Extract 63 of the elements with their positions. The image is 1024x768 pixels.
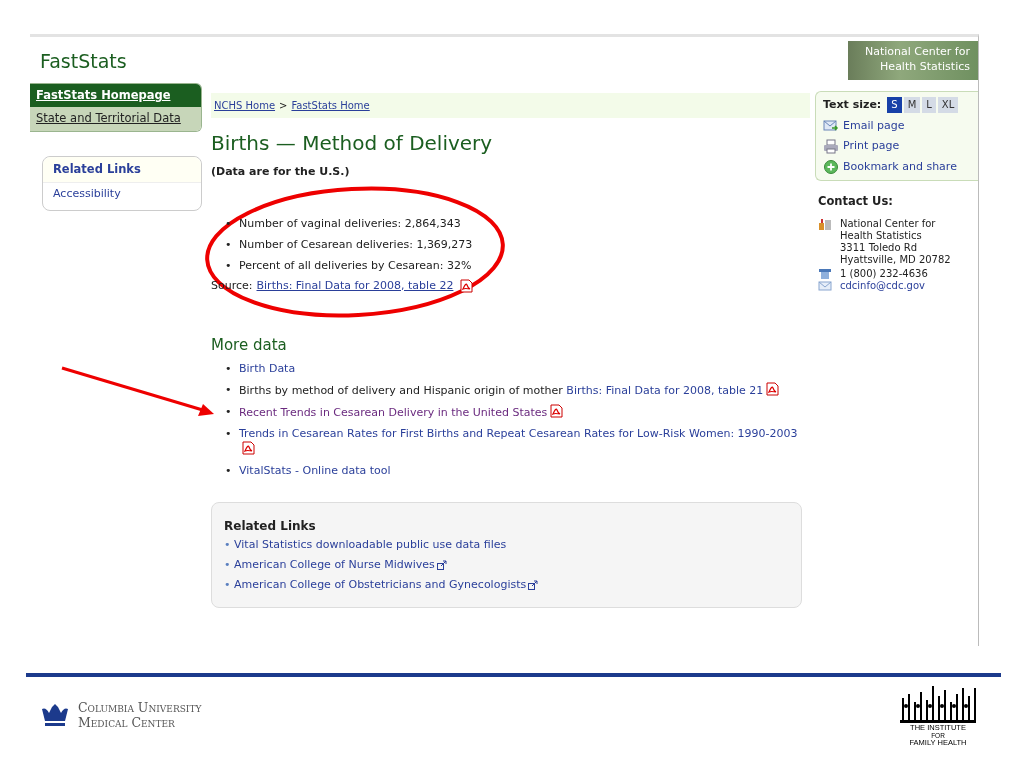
bullet: • [225,215,233,232]
plus-icon[interactable] [823,159,839,175]
site-title: FastStats [40,49,127,74]
agency-logo: National Center for Health Statistics [848,41,978,80]
pdf-icon[interactable] [766,381,780,396]
bullet: • [225,381,233,398]
contact-heading: Contact Us: [818,193,894,210]
data-link[interactable]: Recent Trends in Cesarean Delivery in the United States [239,405,548,419]
text-size-button[interactable]: M [903,97,921,114]
bullet: • [225,236,233,253]
mailbox-icon [818,218,832,231]
tool-link[interactable]: Email page [843,117,905,134]
bullet: • [225,462,233,478]
side-link[interactable]: Accessibility [53,186,121,200]
breadcrumb-link[interactable]: NCHS Home [214,98,276,113]
institution-name: Medical Center [78,715,176,730]
bullet: • [224,536,232,553]
printer-icon[interactable] [823,138,839,154]
text-size-button[interactable]: XL [937,97,959,114]
tool-link[interactable]: Print page [843,138,900,155]
data-link[interactable]: Trends in Cesarean Rates for First Births and Repeat Cesarean Rates for Low-Risk Women: 1990-2003 [239,426,798,440]
pdf-icon[interactable] [242,440,255,455]
email-icon[interactable] [823,118,839,134]
phone-icon [818,268,832,281]
bullet: • [224,576,232,593]
text-size-button[interactable]: L [922,97,936,114]
box-title: Related Links [224,517,317,535]
subtitle: (Data are for the U.S.) [211,164,351,180]
data-link[interactable]: Births: Final Data for 2008, table 21 [566,383,764,397]
related-link[interactable]: American College of Obstetricians and Gynecologists [234,574,527,595]
phone-number: 1 (800) 232-4636 [840,268,928,281]
address-text: National Center for Health Statistics 3311 Toledo Rd Hyattsville, MD 20782 [840,218,951,267]
bullet: • [225,257,233,274]
section-heading: More data [211,335,288,356]
bullet: • [225,360,233,376]
breadcrumb-link[interactable]: FastStats Home [291,98,370,113]
fact-item: Number of vaginal deliveries: 2,864,343 [239,215,461,232]
tool-link[interactable]: Bookmark and share [843,158,957,175]
breadcrumb-separator: > [279,99,288,113]
fact-item: Number of Cesarean deliveries: 1,369,273 [239,236,473,253]
source-link[interactable]: Births: Final Data for 2008, table 22 [256,277,454,294]
email-link[interactable]: cdcinfo@cdc.gov [840,280,925,293]
institute-logo-icon [898,684,978,724]
panel-title: Related Links [43,156,201,183]
page-title: Births — Method of Delivery [211,130,494,157]
bullet: • [225,425,233,442]
related-link[interactable]: American College of Nurse Midwives [234,554,435,575]
envelope-icon [818,280,832,293]
nav-item[interactable]: FastStats Homepage [30,84,201,108]
crown-icon [40,703,70,727]
institution-name: Columbia University [78,700,202,715]
data-link[interactable]: Birth Data [239,361,296,375]
related-link[interactable]: Vital Statistics downloadable public use data files [234,534,507,555]
text-size-label: Text size: [823,97,882,113]
pdf-icon[interactable] [550,403,564,418]
bullet: • [224,556,232,573]
pdf-icon[interactable] [460,278,474,293]
data-link[interactable]: VitalStats - Online data tool [239,463,391,477]
nav-item[interactable]: State and Territorial Data [30,107,201,131]
fact-item: Percent of all deliveries by Cesarean: 32% [239,257,472,274]
bullet: • [225,403,233,420]
item-text: Births by method of delivery and Hispanic origin of mother [239,383,563,397]
text-size-button[interactable]: S [887,97,902,114]
